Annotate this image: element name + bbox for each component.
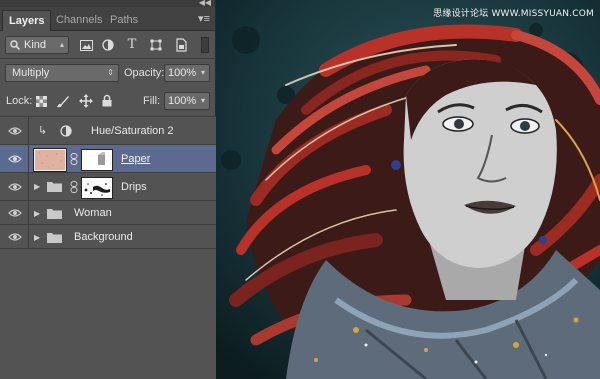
layer-name: Hue/Saturation 2 — [91, 125, 174, 137]
mask-shape-icon — [98, 152, 105, 165]
layer-row-paper[interactable]: Paper — [0, 145, 216, 173]
divider — [0, 58, 216, 59]
blend-mode-value: Multiply — [12, 67, 50, 79]
divider — [28, 145, 29, 172]
layer-thumbnail[interactable] — [33, 148, 67, 172]
type-layer-filter-icon[interactable]: T — [124, 37, 140, 53]
blend-row: Multiply ⇕ Opacity: 100% ▾ — [0, 60, 216, 86]
layer-mask-thumbnail[interactable] — [81, 149, 113, 171]
mask-link-chain-icon[interactable] — [70, 153, 78, 165]
adjustment-layer-filter-icon[interactable] — [102, 39, 114, 51]
lock-position-icon[interactable] — [79, 94, 93, 108]
layer-row-background[interactable]: ▶ Background — [0, 225, 216, 249]
smart-object-filter-icon[interactable] — [176, 38, 187, 52]
layer-row-drips[interactable]: ▶ Drips — [0, 173, 216, 201]
layer-name: Paper — [121, 153, 151, 165]
drips-mask-icon — [84, 183, 110, 196]
tab-channels[interactable]: Channels — [50, 10, 108, 31]
paper-texture-thumbnail — [35, 150, 65, 170]
adjustment-layer-icon — [60, 125, 72, 137]
panel-title-bar: ◀◀ — [0, 0, 215, 7]
opacity-value: 100% — [168, 67, 197, 79]
layer-row-hue-saturation[interactable]: ↳ Hue/Saturation 2 — [0, 117, 216, 145]
fill-field[interactable]: 100% ▾ — [164, 92, 210, 110]
fill-dropdown-icon[interactable]: ▾ — [201, 93, 205, 109]
pixel-layer-filter-icon[interactable] — [80, 40, 93, 51]
layer-row-woman[interactable]: ▶ Woman — [0, 201, 216, 225]
layer-name: Woman — [74, 207, 112, 219]
lock-image-pixels-icon[interactable] — [56, 95, 70, 108]
expand-group-icon[interactable]: ▶ — [34, 182, 40, 191]
layer-name: Background — [74, 231, 133, 243]
filter-row: Kind ▴ T — [0, 33, 216, 57]
layer-name: Drips — [121, 181, 147, 193]
filter-toggle-switch[interactable] — [201, 37, 209, 53]
expand-group-icon[interactable]: ▶ — [34, 209, 40, 218]
lock-all-icon[interactable] — [102, 94, 112, 107]
artwork-illustration — [216, 0, 600, 379]
filter-kind-dropdown[interactable]: Kind ▴ — [5, 36, 69, 54]
layers-panel: ◀◀ Layers Channels Paths ▾≡ Kind ▴ T Mul… — [0, 0, 216, 379]
folder-icon — [47, 182, 62, 192]
clipping-mask-arrow-icon: ↳ — [38, 125, 48, 137]
lock-label: Lock: — [6, 95, 33, 107]
divider — [28, 225, 29, 248]
tab-paths[interactable]: Paths — [104, 10, 144, 31]
folder-icon — [47, 233, 62, 243]
visibility-eye-icon[interactable] — [8, 124, 22, 138]
opacity-field[interactable]: 100% ▾ — [164, 64, 210, 82]
stepper-arrows-icon: ▴ — [59, 40, 64, 49]
blend-mode-dropdown[interactable]: Multiply ⇕ — [5, 64, 119, 82]
layer-mask-thumbnail[interactable] — [81, 177, 113, 199]
visibility-eye-icon[interactable] — [8, 230, 22, 244]
document-canvas[interactable]: 思缘设计论坛 WWW.MISSYUAN.COM — [216, 0, 600, 379]
divider — [28, 117, 29, 144]
lock-transparent-pixels-icon[interactable] — [36, 96, 47, 107]
lock-row: Lock: Fill: 100% ▾ — [0, 87, 216, 115]
watermark-text: 思缘设计论坛 WWW.MISSYUAN.COM — [433, 9, 594, 19]
mask-link-chain-icon[interactable] — [70, 181, 78, 193]
search-icon — [10, 40, 20, 50]
tab-layers[interactable]: Layers — [2, 10, 52, 31]
opacity-label: Opacity: — [124, 67, 165, 79]
divider — [28, 201, 29, 224]
expand-group-icon[interactable]: ▶ — [34, 233, 40, 242]
visibility-eye-icon[interactable] — [8, 180, 22, 194]
folder-icon — [47, 209, 62, 219]
shape-layer-filter-icon[interactable] — [150, 39, 162, 51]
fill-value: 100% — [168, 95, 197, 107]
opacity-dropdown-icon[interactable]: ▾ — [201, 65, 205, 81]
visibility-eye-icon[interactable] — [8, 206, 22, 220]
panel-menu-icon[interactable]: ▾≡ — [198, 12, 210, 25]
visibility-eye-icon[interactable] — [8, 152, 22, 166]
filter-kind-label: Kind — [24, 39, 47, 51]
dropdown-arrows-icon: ⇕ — [107, 68, 114, 77]
fill-label: Fill: — [143, 95, 161, 107]
divider — [28, 173, 29, 200]
panel-tab-bar: Layers Channels Paths ▾≡ — [0, 7, 215, 31]
layer-list-empty-area[interactable] — [0, 249, 216, 379]
